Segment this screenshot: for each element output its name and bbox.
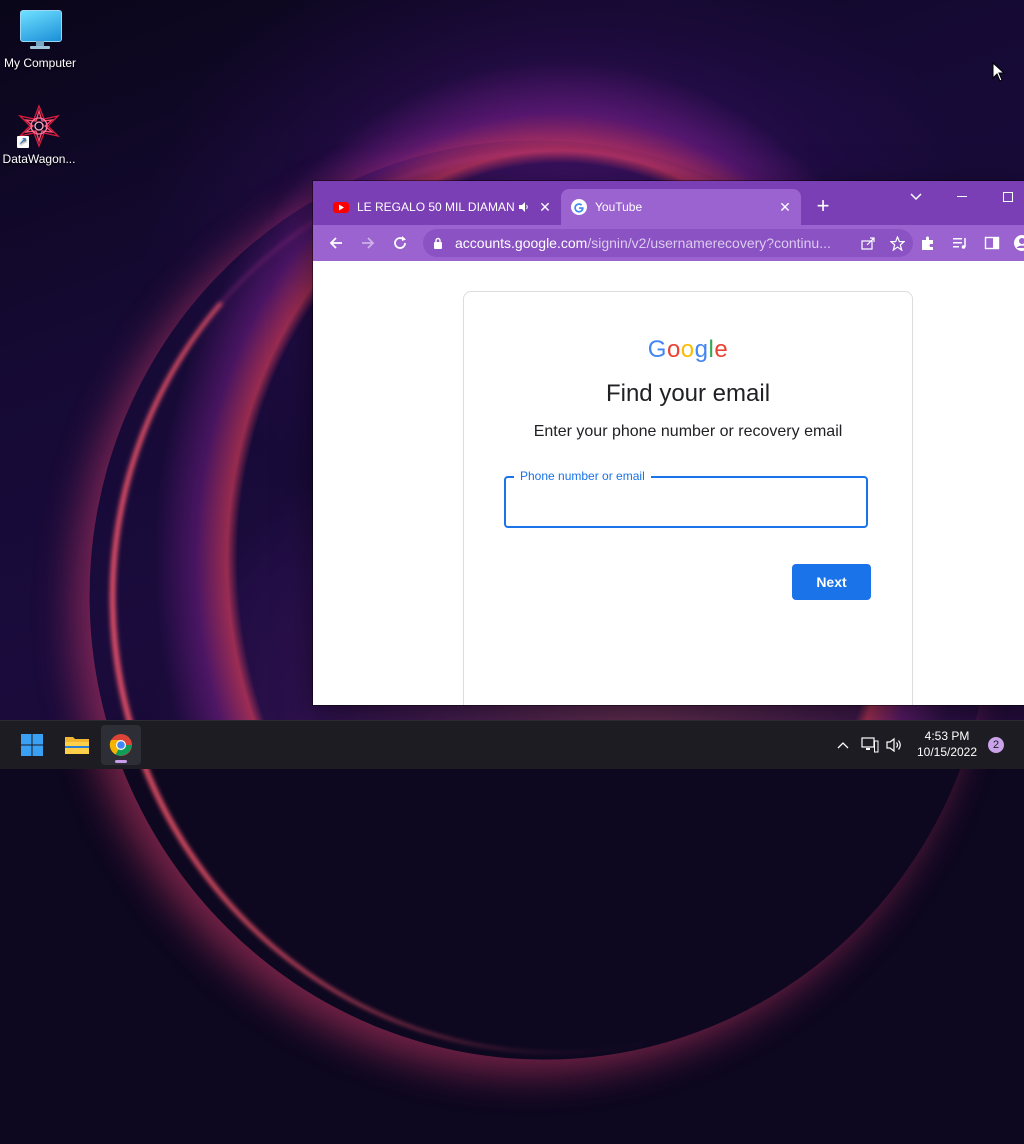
puzzle-icon — [922, 236, 933, 250]
maximize-icon — [1003, 192, 1013, 202]
lock-icon[interactable] — [433, 237, 447, 249]
chrome-window: LE REGALO 50 MIL DIAMANTES ✕ YouTube ✕ + — [313, 181, 1024, 705]
shortcut-arrow-icon: ↗ — [17, 136, 29, 148]
signin-card: Google Find your email Enter your phone … — [463, 291, 913, 705]
logo-letter: o — [680, 336, 695, 363]
url-host: accounts.google.com — [455, 235, 588, 251]
media-control-button[interactable] — [948, 231, 972, 255]
reload-button[interactable] — [388, 231, 412, 255]
page-title: Find your email — [605, 380, 771, 407]
start-button[interactable] — [12, 725, 52, 765]
phone-or-email-input[interactable] — [518, 488, 852, 518]
clock-time: 4:53 PM — [924, 729, 970, 743]
tab-title: LE REGALO 50 MIL DIAMANTES — [357, 200, 515, 214]
logo-letter: e — [714, 336, 729, 363]
google-g-icon — [571, 199, 587, 215]
extensions-button[interactable] — [916, 231, 940, 255]
page-content: Google Find your email Enter your phone … — [313, 261, 1024, 705]
back-arrow-icon — [329, 237, 342, 249]
next-button[interactable]: Next — [792, 564, 871, 600]
address-bar[interactable]: accounts.google.com/signin/v2/usernamere… — [423, 229, 913, 257]
monitor-icon — [18, 8, 62, 52]
minimize-button[interactable] — [947, 187, 977, 207]
chrome-icon — [109, 734, 132, 756]
profile-button[interactable] — [1010, 231, 1024, 255]
network-button[interactable] — [859, 734, 881, 756]
chrome-taskbar-button[interactable] — [101, 725, 141, 765]
field-label: Phone number or email — [514, 469, 651, 483]
chevron-down-icon — [910, 193, 922, 201]
clock-date: 10/15/2022 — [916, 745, 978, 759]
notification-badge[interactable]: 2 — [988, 737, 1004, 753]
browser-toolbar: accounts.google.com/signin/v2/usernamere… — [313, 225, 1024, 261]
bookmark-star-icon[interactable] — [881, 235, 913, 251]
datawagon-logo-icon: ↗ — [17, 104, 61, 148]
show-hidden-icons-button[interactable] — [832, 734, 854, 756]
new-tab-button[interactable]: + — [812, 195, 834, 218]
phone-or-email-field[interactable]: Phone number or email — [504, 469, 868, 528]
profile-avatar-icon — [1014, 235, 1024, 251]
mouse-cursor-icon — [992, 62, 1006, 82]
youtube-icon — [333, 202, 349, 213]
speaker-icon — [886, 737, 901, 753]
desktop-icon-datawagon[interactable]: ↗ DataWagon... — [0, 104, 79, 166]
tab-youtube[interactable]: YouTube ✕ — [561, 189, 801, 225]
maximize-button[interactable] — [993, 187, 1023, 207]
running-indicator — [115, 760, 127, 763]
chevron-up-icon — [837, 742, 849, 749]
tab-youtube-video[interactable]: LE REGALO 50 MIL DIAMANTES ✕ — [323, 189, 561, 225]
desktop-icon-my-computer[interactable]: My Computer — [0, 8, 80, 70]
side-panel-button[interactable] — [980, 231, 1004, 255]
desktop-icon-label: DataWagon... — [2, 152, 76, 166]
share-icon[interactable] — [857, 236, 881, 250]
tab-title: YouTube — [595, 200, 643, 214]
close-tab-icon[interactable]: ✕ — [775, 197, 795, 217]
title-bar: LE REGALO 50 MIL DIAMANTES ✕ YouTube ✕ + — [313, 181, 1024, 225]
network-icon — [861, 737, 879, 753]
logo-letter: G — [647, 336, 667, 363]
file-explorer-button[interactable] — [57, 725, 97, 765]
forward-arrow-icon — [362, 237, 375, 249]
close-tab-icon[interactable]: ✕ — [535, 197, 555, 217]
page-subtitle: Enter your phone number or recovery emai… — [533, 423, 843, 440]
minimize-icon — [957, 196, 967, 197]
side-panel-icon — [984, 236, 1000, 250]
speaker-icon[interactable] — [515, 201, 533, 213]
reload-icon — [394, 236, 406, 249]
media-queue-icon — [953, 238, 966, 249]
back-button[interactable] — [324, 231, 348, 255]
url-path: /signin/v2/usernamerecovery?continu... — [587, 235, 831, 251]
tab-search-button[interactable] — [901, 187, 931, 207]
url-text: accounts.google.com/signin/v2/usernamere… — [455, 235, 857, 251]
taskbar: 4:53 PM 10/15/2022 2 — [0, 720, 1024, 769]
volume-button[interactable] — [884, 734, 906, 756]
clock[interactable]: 4:53 PM 10/15/2022 — [910, 728, 984, 760]
forward-button[interactable] — [356, 231, 380, 255]
desktop-icon-label: My Computer — [3, 56, 77, 70]
logo-letter: o — [666, 336, 681, 363]
windows-logo-icon — [21, 734, 43, 756]
folder-icon — [65, 737, 89, 754]
logo-letter: g — [694, 336, 709, 363]
google-logo: Google — [464, 336, 912, 364]
